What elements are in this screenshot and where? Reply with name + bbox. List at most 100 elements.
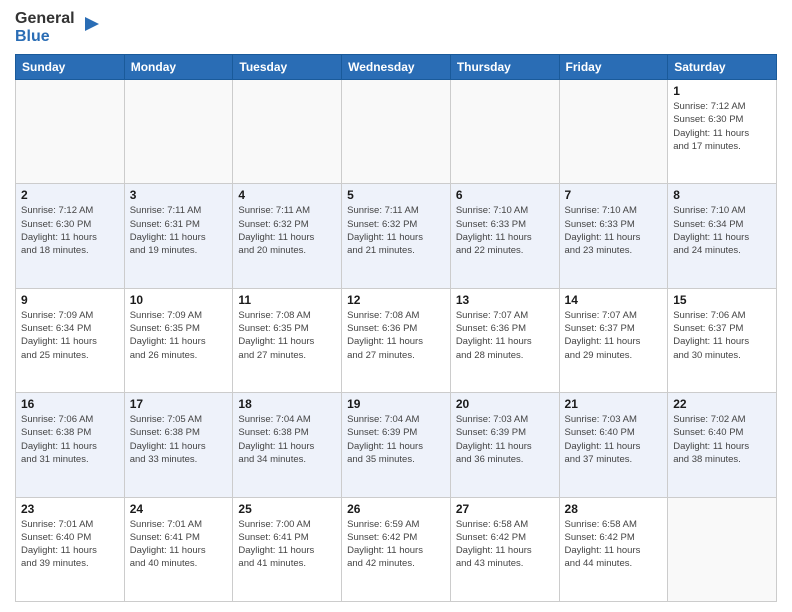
table-cell [233,80,342,184]
calendar-row: 9 Sunrise: 7:09 AM Sunset: 6:34 PM Daylig… [16,288,777,392]
day-number: 18 [238,397,336,411]
day-number: 13 [456,293,554,307]
day-info: Sunrise: 7:11 AM Sunset: 6:31 PM Dayligh… [130,204,228,257]
day-info: Sunrise: 7:12 AM Sunset: 6:30 PM Dayligh… [21,204,119,257]
day-info: Sunrise: 7:01 AM Sunset: 6:40 PM Dayligh… [21,518,119,571]
table-cell: 7 Sunrise: 7:10 AM Sunset: 6:33 PM Daylig… [559,184,668,288]
calendar-row: 16Sunrise: 7:06 AM Sunset: 6:38 PM Dayli… [16,393,777,497]
day-info: Sunrise: 6:58 AM Sunset: 6:42 PM Dayligh… [456,518,554,571]
table-cell: 9 Sunrise: 7:09 AM Sunset: 6:34 PM Daylig… [16,288,125,392]
col-monday: Monday [124,55,233,80]
day-number: 2 [21,188,119,202]
day-number: 27 [456,502,554,516]
table-cell: 11Sunrise: 7:08 AM Sunset: 6:35 PM Dayli… [233,288,342,392]
logo-icon [81,13,103,35]
table-cell: 4 Sunrise: 7:11 AM Sunset: 6:32 PM Daylig… [233,184,342,288]
day-info: Sunrise: 7:08 AM Sunset: 6:36 PM Dayligh… [347,309,445,362]
table-cell [668,497,777,601]
calendar-table: Sunday Monday Tuesday Wednesday Thursday… [15,54,777,602]
table-cell [16,80,125,184]
day-info: Sunrise: 7:07 AM Sunset: 6:37 PM Dayligh… [565,309,663,362]
day-number: 10 [130,293,228,307]
day-info: Sunrise: 7:12 AM Sunset: 6:30 PM Dayligh… [673,100,771,153]
header: General Blue [15,10,777,46]
table-cell: 12 Sunrise: 7:08 AM Sunset: 6:36 PM Dayli… [342,288,451,392]
day-number: 15 [673,293,771,307]
day-info: Sunrise: 7:00 AM Sunset: 6:41 PM Dayligh… [238,518,336,571]
col-wednesday: Wednesday [342,55,451,80]
calendar-row: 2 Sunrise: 7:12 AM Sunset: 6:30 PM Daylig… [16,184,777,288]
day-info: Sunrise: 7:03 AM Sunset: 6:39 PM Dayligh… [456,413,554,466]
table-cell [342,80,451,184]
day-info: Sunrise: 6:58 AM Sunset: 6:42 PM Dayligh… [565,518,663,571]
table-cell: 24Sunrise: 7:01 AM Sunset: 6:41 PM Dayli… [124,497,233,601]
col-sunday: Sunday [16,55,125,80]
day-number: 7 [565,188,663,202]
day-info: Sunrise: 7:10 AM Sunset: 6:34 PM Dayligh… [673,204,771,257]
day-number: 22 [673,397,771,411]
day-info: Sunrise: 7:03 AM Sunset: 6:40 PM Dayligh… [565,413,663,466]
page: General Blue Sunday Monday Tuesday Wedne… [0,0,792,612]
day-info: Sunrise: 7:06 AM Sunset: 6:38 PM Dayligh… [21,413,119,466]
table-cell: 17 Sunrise: 7:05 AM Sunset: 6:38 PM Dayli… [124,393,233,497]
day-number: 8 [673,188,771,202]
table-cell: 26 Sunrise: 6:59 AM Sunset: 6:42 PM Dayli… [342,497,451,601]
table-cell [450,80,559,184]
col-saturday: Saturday [668,55,777,80]
day-info: Sunrise: 6:59 AM Sunset: 6:42 PM Dayligh… [347,518,445,571]
logo-blue-text: Blue [15,28,50,45]
day-number: 14 [565,293,663,307]
table-cell: 20 Sunrise: 7:03 AM Sunset: 6:39 PM Dayli… [450,393,559,497]
day-info: Sunrise: 7:07 AM Sunset: 6:36 PM Dayligh… [456,309,554,362]
day-info: Sunrise: 7:06 AM Sunset: 6:37 PM Dayligh… [673,309,771,362]
day-info: Sunrise: 7:01 AM Sunset: 6:41 PM Dayligh… [130,518,228,571]
day-number: 4 [238,188,336,202]
day-number: 26 [347,502,445,516]
day-info: Sunrise: 7:09 AM Sunset: 6:35 PM Dayligh… [130,309,228,362]
table-cell: 16Sunrise: 7:06 AM Sunset: 6:38 PM Dayli… [16,393,125,497]
calendar-row: 23 Sunrise: 7:01 AM Sunset: 6:40 PM Dayli… [16,497,777,601]
table-cell: 10 Sunrise: 7:09 AM Sunset: 6:35 PM Dayli… [124,288,233,392]
calendar-header-row: Sunday Monday Tuesday Wednesday Thursday… [16,55,777,80]
col-thursday: Thursday [450,55,559,80]
day-number: 21 [565,397,663,411]
day-info: Sunrise: 7:11 AM Sunset: 6:32 PM Dayligh… [347,204,445,257]
day-number: 25 [238,502,336,516]
day-info: Sunrise: 7:02 AM Sunset: 6:40 PM Dayligh… [673,413,771,466]
table-cell: 8 Sunrise: 7:10 AM Sunset: 6:34 PM Daylig… [668,184,777,288]
logo: General Blue [15,10,103,46]
table-cell: 18 Sunrise: 7:04 AM Sunset: 6:38 PM Dayli… [233,393,342,497]
logo-general-text: General [15,10,75,27]
day-number: 6 [456,188,554,202]
table-cell [559,80,668,184]
day-number: 19 [347,397,445,411]
day-number: 12 [347,293,445,307]
day-info: Sunrise: 7:05 AM Sunset: 6:38 PM Dayligh… [130,413,228,466]
day-number: 9 [21,293,119,307]
col-friday: Friday [559,55,668,80]
day-number: 5 [347,188,445,202]
day-number: 17 [130,397,228,411]
table-cell: 25 Sunrise: 7:00 AM Sunset: 6:41 PM Dayli… [233,497,342,601]
day-number: 3 [130,188,228,202]
table-cell: 21 Sunrise: 7:03 AM Sunset: 6:40 PM Dayli… [559,393,668,497]
table-cell: 28 Sunrise: 6:58 AM Sunset: 6:42 PM Dayli… [559,497,668,601]
table-cell: 13 Sunrise: 7:07 AM Sunset: 6:36 PM Dayli… [450,288,559,392]
day-info: Sunrise: 7:04 AM Sunset: 6:38 PM Dayligh… [238,413,336,466]
day-info: Sunrise: 7:08 AM Sunset: 6:35 PM Dayligh… [238,309,336,362]
day-info: Sunrise: 7:11 AM Sunset: 6:32 PM Dayligh… [238,204,336,257]
day-number: 1 [673,84,771,98]
day-number: 20 [456,397,554,411]
table-cell: 14 Sunrise: 7:07 AM Sunset: 6:37 PM Dayli… [559,288,668,392]
table-cell: 6Sunrise: 7:10 AM Sunset: 6:33 PM Daylig… [450,184,559,288]
table-cell: 22 Sunrise: 7:02 AM Sunset: 6:40 PM Dayli… [668,393,777,497]
table-cell: 5 Sunrise: 7:11 AM Sunset: 6:32 PM Daylig… [342,184,451,288]
table-cell: 23 Sunrise: 7:01 AM Sunset: 6:40 PM Dayli… [16,497,125,601]
day-info: Sunrise: 7:04 AM Sunset: 6:39 PM Dayligh… [347,413,445,466]
table-cell: 19 Sunrise: 7:04 AM Sunset: 6:39 PM Dayli… [342,393,451,497]
table-cell [124,80,233,184]
day-info: Sunrise: 7:09 AM Sunset: 6:34 PM Dayligh… [21,309,119,362]
day-info: Sunrise: 7:10 AM Sunset: 6:33 PM Dayligh… [565,204,663,257]
day-number: 28 [565,502,663,516]
day-number: 23 [21,502,119,516]
